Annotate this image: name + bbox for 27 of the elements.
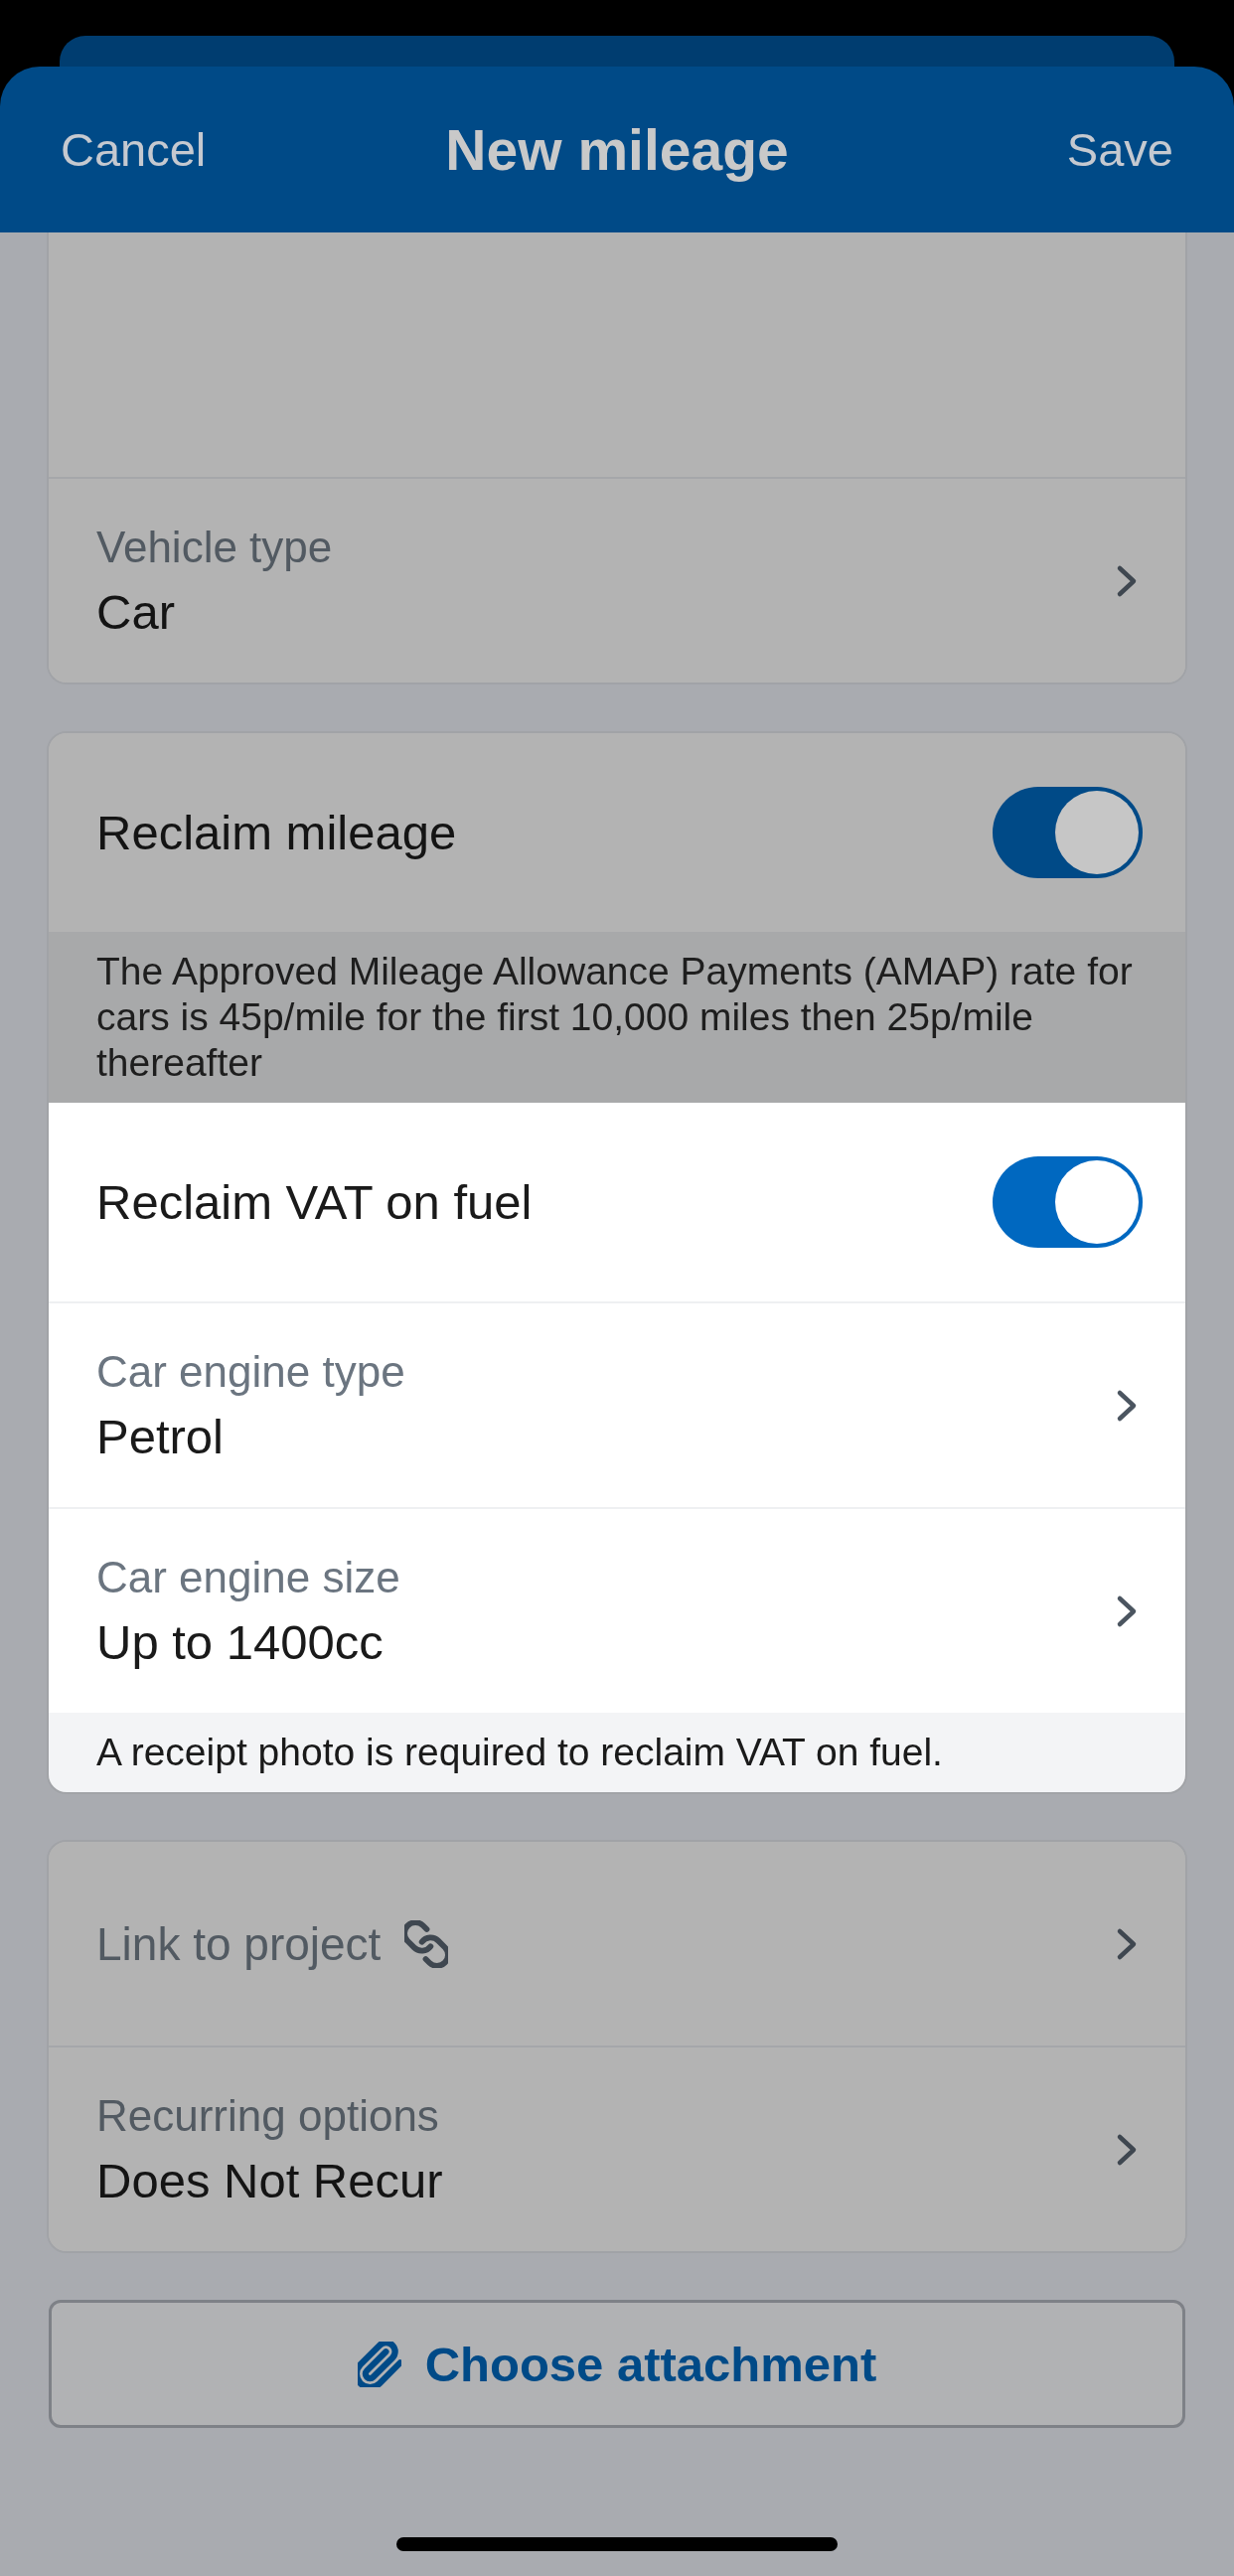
chevron-right-icon	[1116, 1593, 1138, 1628]
field-label: Car engine size	[96, 1551, 400, 1603]
info-note: A receipt photo is required to reclaim VAT on fuel.	[49, 1713, 1185, 1792]
toggle-row[interactable]: Reclaim VAT on fuel	[49, 1103, 1185, 1301]
toggle-label: Reclaim mileage	[96, 805, 457, 861]
cancel-button[interactable]: Cancel	[61, 121, 207, 178]
link-icon	[404, 1919, 449, 1968]
screen-title: New mileage	[445, 116, 789, 183]
chevron-right-icon	[1116, 2132, 1138, 2167]
choose-attachment-button[interactable]: Choose attachment	[49, 2300, 1185, 2428]
chevron-right-icon	[1116, 563, 1138, 598]
info-note: The Approved Mileage Allowance Payments (AMAP) rate for cars is 45p/mile for the first 10,000 miles then 25p/mile thereafter	[49, 932, 1185, 1103]
toggle-label: Reclaim VAT on fuel	[96, 1174, 533, 1231]
field-value: Petrol	[96, 1408, 225, 1465]
paperclip-icon	[357, 2341, 401, 2387]
field-label: Vehicle type	[96, 521, 333, 573]
field-value: Up to 1400cc	[96, 1613, 385, 1671]
chevron-right-icon	[1116, 1388, 1138, 1423]
field-label: Car engine type	[96, 1345, 405, 1398]
chevron-right-icon	[1116, 1926, 1138, 1961]
field-label: Link to project	[96, 1916, 382, 1972]
field-label: Recurring options	[96, 2089, 440, 2142]
picker-row[interactable]: Car engine type Petrol	[49, 1303, 1185, 1507]
field-value: Does Not Recur	[96, 2152, 443, 2209]
save-button[interactable]: Save	[1066, 121, 1173, 178]
field-value: Car	[96, 583, 176, 641]
picker-row[interactable]: Car engine size Up to 1400cc	[49, 1509, 1185, 1713]
